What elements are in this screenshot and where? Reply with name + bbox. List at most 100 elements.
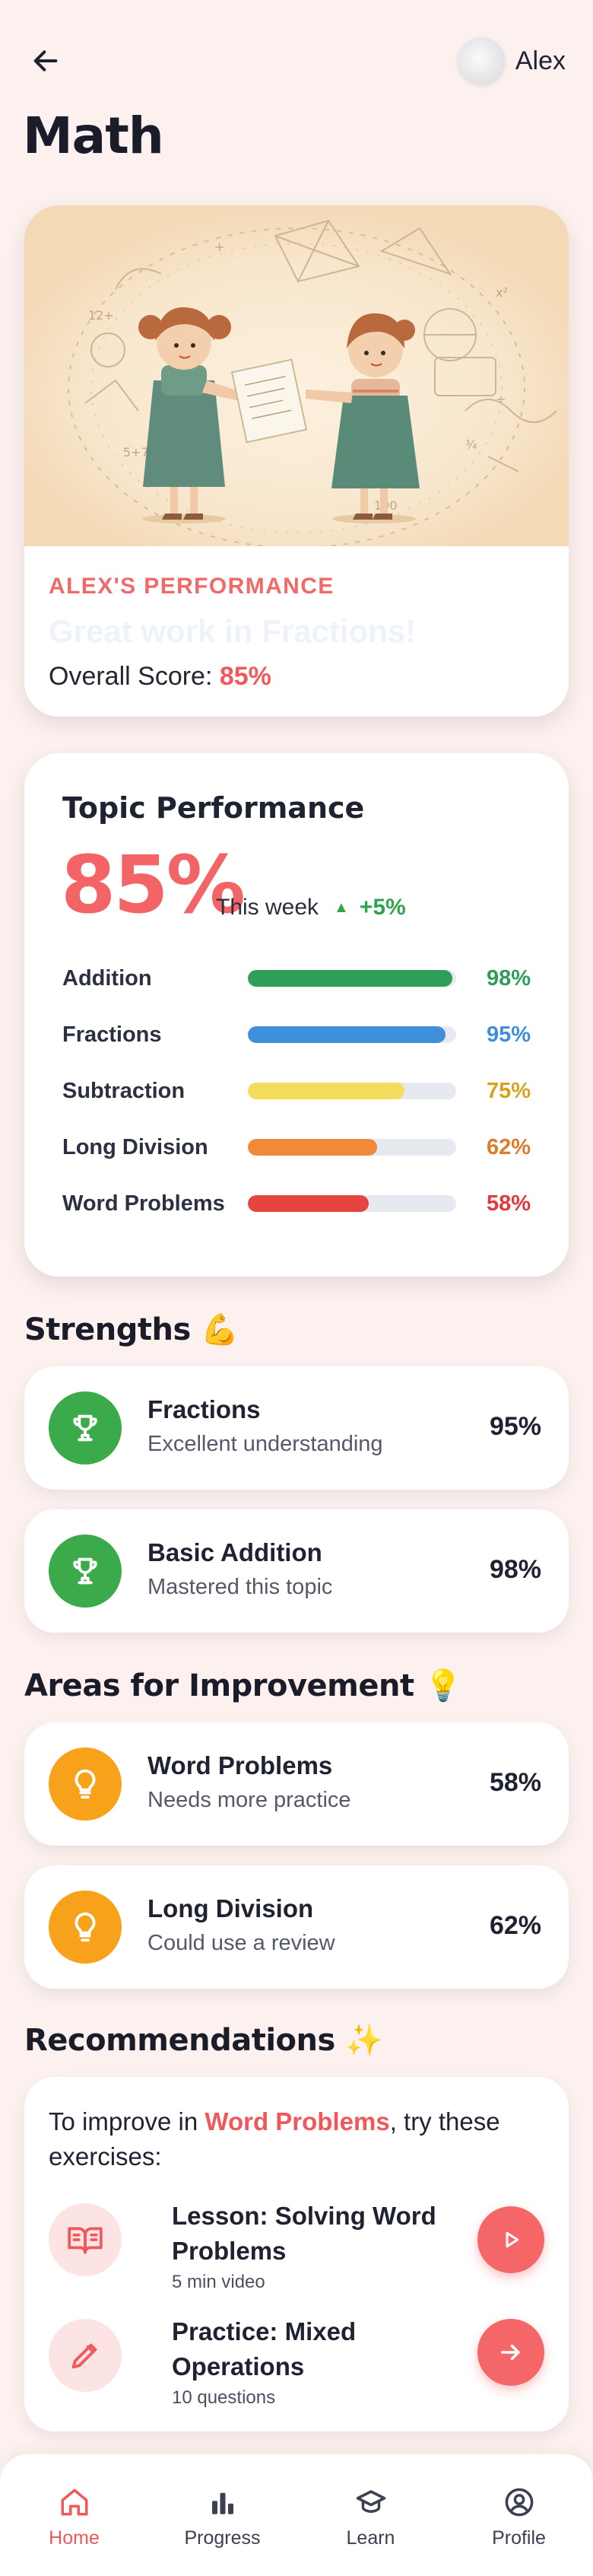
- bar-chart-icon: [211, 2492, 233, 2514]
- recommendation-practice[interactable]: Practice: Mixed Operations 10 questions: [49, 2314, 544, 2408]
- topic-performance-title: Topic Performance: [62, 791, 365, 825]
- recommendation-title: Lesson: Solving Word Problems: [172, 2202, 436, 2265]
- strength-title: Fractions: [147, 1395, 261, 1423]
- recommendations-intro: To improve in Word Problems, try these e…: [49, 2104, 535, 2174]
- intro-topic-highlight: Word Problems: [205, 2107, 390, 2136]
- hero-text: ALEX'S PERFORMANCE Great work in Fractio…: [24, 546, 569, 692]
- home-icon: [61, 2489, 87, 2516]
- svg-text:12+: 12+: [88, 308, 114, 323]
- nav-label: Progress: [184, 2527, 261, 2549]
- week-label: This week: [216, 895, 319, 920]
- topic-bar-track: [248, 970, 456, 987]
- improvement-card[interactable]: Word Problems Needs more practice 58%: [24, 1722, 569, 1846]
- trophy-icon: [49, 1391, 122, 1465]
- strength-subtitle: Mastered this topic: [147, 1575, 333, 1599]
- arrow-right-icon: [500, 2344, 520, 2361]
- avatar: [457, 37, 505, 84]
- hero-headline: Great work in Fractions!: [49, 613, 417, 649]
- weekly-change: This week ▲ +5%: [216, 895, 406, 921]
- bottom-navigation: Home Progress Learn Profile: [0, 2454, 593, 2576]
- user-chip[interactable]: Alex: [457, 37, 566, 84]
- topic-row: Addition 98%: [62, 963, 553, 994]
- svg-text:x²: x²: [496, 285, 508, 300]
- hero-eyebrow: ALEX'S PERFORMANCE: [49, 574, 335, 599]
- topic-row: Subtraction 75%: [62, 1076, 553, 1106]
- play-button[interactable]: [477, 2206, 544, 2273]
- week-delta-value: +5%: [359, 895, 406, 920]
- week-delta: ▲ +5%: [334, 895, 406, 921]
- recommendation-subtitle: 10 questions: [172, 2387, 276, 2408]
- topic-bar-track: [248, 1083, 456, 1099]
- svg-text:5+7: 5+7: [123, 445, 149, 460]
- back-button[interactable]: [30, 33, 85, 88]
- strength-percent: 98%: [489, 1555, 541, 1584]
- improvement-title: Long Division: [147, 1894, 314, 1922]
- topic-row: Long Division 62%: [62, 1132, 553, 1162]
- improvement-subtitle: Needs more practice: [147, 1788, 351, 1812]
- topic-row: Word Problems 58%: [62, 1188, 553, 1219]
- nav-label: Profile: [492, 2527, 546, 2549]
- nav-learn[interactable]: Learn: [296, 2454, 445, 2576]
- strength-percent: 95%: [489, 1412, 541, 1441]
- topic-name: Addition: [62, 965, 152, 991]
- topic-percent: 75%: [487, 1078, 531, 1103]
- improvement-percent: 62%: [489, 1911, 541, 1940]
- nav-progress[interactable]: Progress: [148, 2454, 296, 2576]
- recommendation-title: Practice: Mixed Operations: [172, 2317, 357, 2380]
- improvement-card[interactable]: Long Division Could use a review 62%: [24, 1865, 569, 1989]
- topic-performance-card: Topic Performance 85% This week ▲ +5% Add…: [24, 753, 569, 1277]
- strength-title: Basic Addition: [147, 1538, 322, 1566]
- trophy-icon: [49, 1534, 122, 1608]
- overall-score-value: 85%: [219, 662, 271, 691]
- play-icon: [506, 2231, 519, 2248]
- recommendation-subtitle: 5 min video: [172, 2272, 265, 2292]
- topic-bar-fill: [248, 1026, 446, 1043]
- topic-percent: 98%: [487, 965, 531, 991]
- nav-label: Learn: [346, 2527, 395, 2549]
- nav-profile[interactable]: Profile: [445, 2454, 593, 2576]
- book-icon: [49, 2203, 122, 2276]
- topic-name: Subtraction: [62, 1078, 186, 1103]
- svg-text:÷: ÷: [496, 392, 506, 406]
- recommendations-heading: Recommendations ✨: [24, 2023, 383, 2058]
- pencil-icon: [49, 2319, 122, 2392]
- topic-name: Word Problems: [62, 1191, 225, 1216]
- strength-card[interactable]: Fractions Excellent understanding 95%: [24, 1366, 569, 1490]
- topic-bar-track: [248, 1026, 456, 1043]
- start-practice-button[interactable]: [477, 2319, 544, 2386]
- topic-row: Fractions 95%: [62, 1019, 553, 1050]
- graduation-cap-icon: [356, 2490, 385, 2513]
- topic-bar-fill: [248, 1195, 369, 1212]
- topic-bar-fill: [248, 970, 452, 987]
- topic-name: Fractions: [62, 1022, 162, 1047]
- improvement-heading: Areas for Improvement 💡: [24, 1668, 462, 1703]
- lightbulb-icon: [49, 1891, 122, 1964]
- overall-score-label: Overall Score:: [49, 662, 213, 691]
- overall-score: Overall Score: 85%: [49, 662, 544, 692]
- top-bar: Alex: [30, 33, 566, 88]
- svg-text:+: +: [214, 240, 224, 254]
- improvement-subtitle: Could use a review: [147, 1931, 335, 1955]
- nav-label: Home: [49, 2527, 100, 2549]
- arrow-left-icon: [33, 50, 58, 72]
- lightbulb-icon: [49, 1748, 122, 1821]
- topic-bar-track: [248, 1195, 456, 1212]
- strength-card[interactable]: Basic Addition Mastered this topic 98%: [24, 1509, 569, 1633]
- user-name: Alex: [515, 46, 566, 75]
- improvement-title: Word Problems: [147, 1751, 333, 1779]
- recommendations-card: To improve in Word Problems, try these e…: [24, 2077, 569, 2431]
- svg-text:¾: ¾: [465, 437, 477, 452]
- topic-bar-fill: [248, 1139, 377, 1156]
- improvement-percent: 58%: [489, 1768, 541, 1797]
- strengths-heading: Strengths 💪: [24, 1312, 239, 1347]
- topic-percent: 62%: [487, 1134, 531, 1159]
- trend-up-icon: ▲: [334, 899, 349, 916]
- topic-bar-fill: [248, 1083, 404, 1099]
- performance-hero-card: 12+ x² ¾ 100 5+7 + ÷: [24, 205, 569, 717]
- topic-name: Long Division: [62, 1134, 208, 1159]
- topic-percent: 95%: [487, 1022, 531, 1047]
- recommendation-lesson[interactable]: Lesson: Solving Word Problems 5 min vide…: [49, 2199, 544, 2292]
- profile-icon: [505, 2488, 533, 2517]
- nav-home[interactable]: Home: [0, 2454, 148, 2576]
- strength-subtitle: Excellent understanding: [147, 1432, 383, 1456]
